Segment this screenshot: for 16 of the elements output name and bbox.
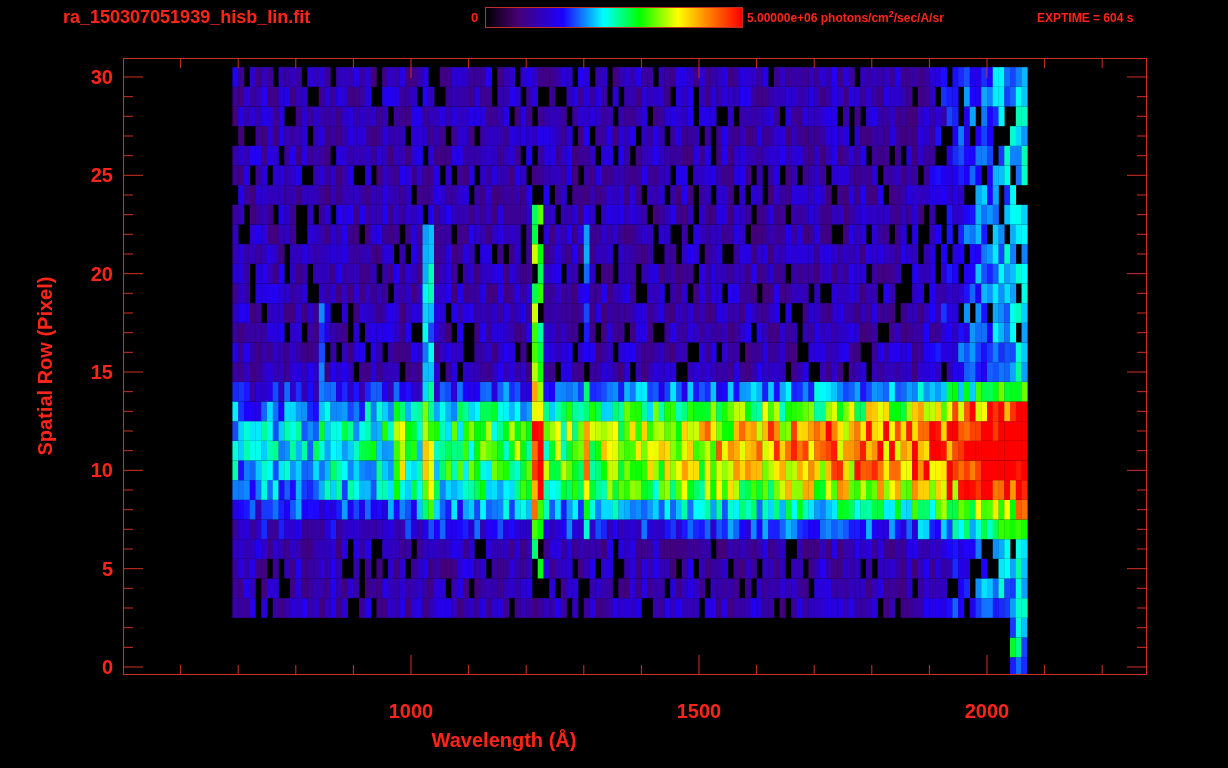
colorbar-min-label: 0 <box>471 8 480 27</box>
y-tick-label: 10 <box>90 459 113 482</box>
colorbar-max-label: 5.00000e+06 photons/cm$^{2}$/sec/A/sr <box>747 8 945 27</box>
y-tick-label: 20 <box>90 262 113 285</box>
x-tick-label: 1000 <box>387 700 435 722</box>
x-tick-label: 1500 <box>675 700 723 722</box>
file-title: ra_150307051939_hisb_lin.fit <box>63 6 312 29</box>
x-axis-title: Wavelength (Å) <box>431 728 577 753</box>
y-axis-title: Spatial Row (Pixel) <box>33 276 57 456</box>
x-tick-label: 2000 <box>963 700 1011 722</box>
y-tick-label: 0 <box>101 656 113 678</box>
y-tick-label: 5 <box>101 557 113 580</box>
exposure-time: EXPTIME = 604 s <box>1037 9 1134 27</box>
y-tick-label: 15 <box>90 361 113 383</box>
y-tick-label: 30 <box>90 66 113 88</box>
y-tick-label: 25 <box>90 164 113 187</box>
